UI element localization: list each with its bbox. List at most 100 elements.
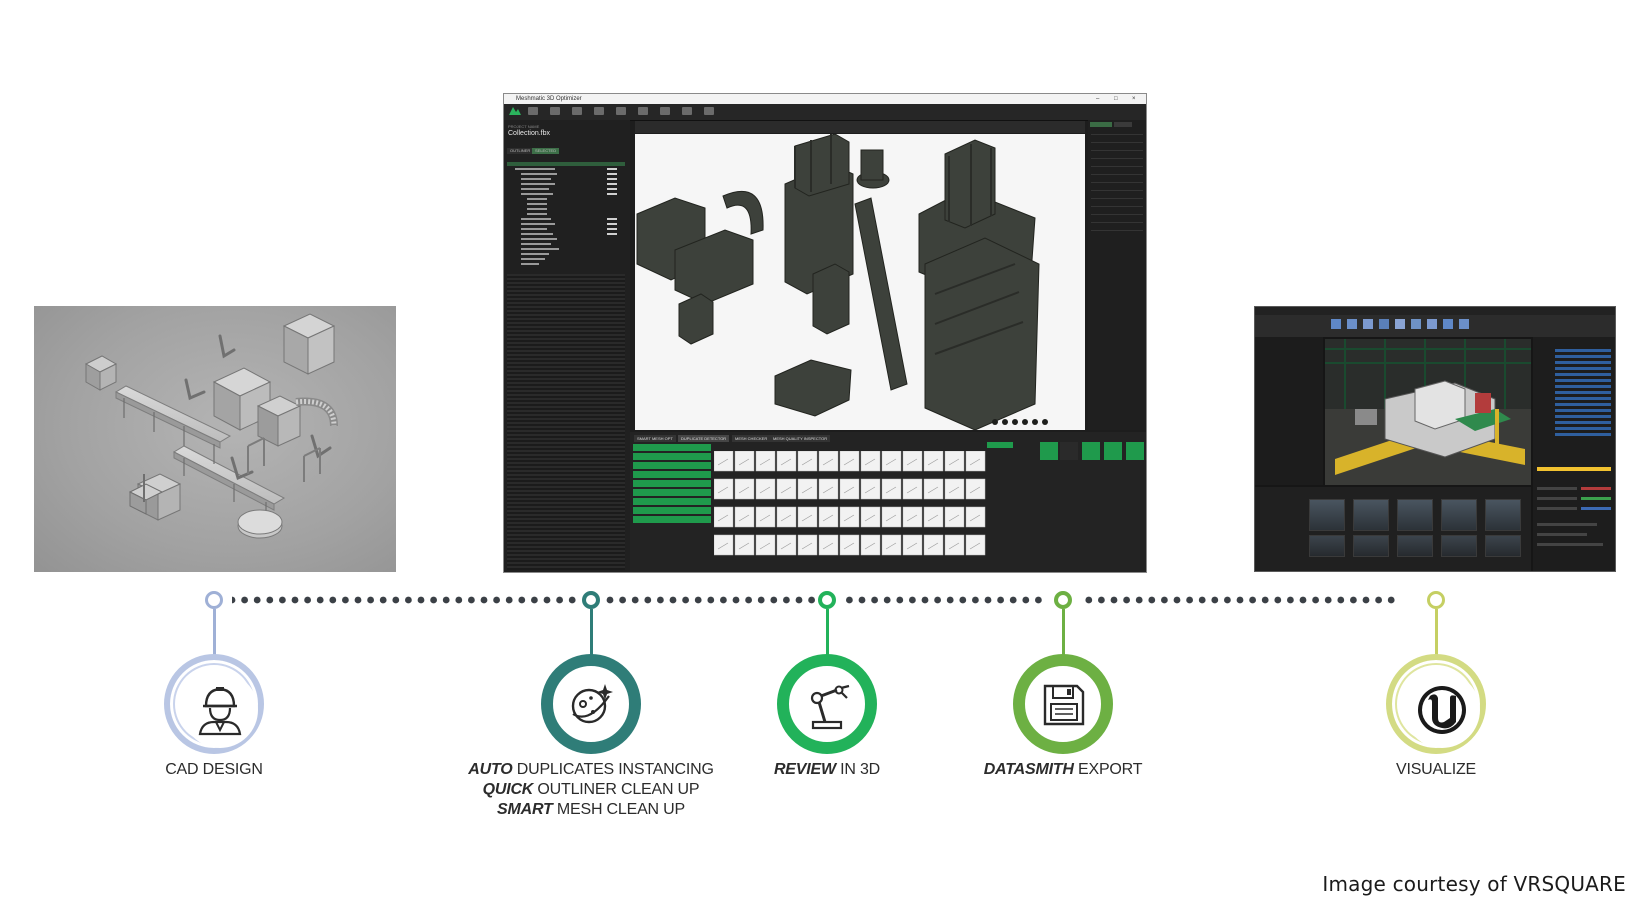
asset-thumbnail[interactable] [1353, 499, 1389, 531]
action-button-1[interactable] [1040, 442, 1058, 460]
asset-thumbnail[interactable] [1309, 535, 1345, 557]
asset-thumbnail[interactable] [1397, 535, 1433, 557]
timeline-stem [590, 609, 593, 656]
timeline-dot [1287, 596, 1294, 604]
asset-thumbnail[interactable] [1485, 499, 1521, 531]
timeline-dot [1186, 596, 1193, 604]
tab-mesh-quality-inspector[interactable]: MESH QUALITY INSPECTOR [770, 435, 831, 442]
property-row [1091, 214, 1143, 215]
ue-source-control-icon[interactable] [1347, 319, 1357, 329]
asset-thumbnail[interactable] [1441, 499, 1477, 531]
tab-information[interactable] [1090, 122, 1112, 127]
instance-button[interactable] [987, 442, 1013, 448]
export-stl-icon[interactable] [704, 107, 714, 115]
export-obj-icon[interactable] [660, 107, 670, 115]
open-project-icon[interactable] [550, 107, 560, 115]
step-label-review-3d: REVIEW IN 3D [727, 760, 927, 780]
step-text: CAD DESIGN [165, 761, 263, 778]
tab-duplicate-detector[interactable]: DUPLICATE DETECTOR [678, 435, 730, 442]
duplicate-group-row[interactable] [633, 498, 711, 505]
timeline-dot [1148, 596, 1156, 604]
timeline-dot [606, 596, 614, 604]
timeline-dot [909, 596, 916, 604]
timeline-dot [455, 596, 463, 604]
project-label: PROJECT NAME [508, 124, 540, 129]
ue-content-icon[interactable] [1363, 319, 1373, 329]
timeline-dot [266, 596, 274, 604]
timeline-dot [442, 596, 450, 604]
ue-play-icon[interactable] [1459, 319, 1469, 329]
timeline-dot [1375, 596, 1382, 604]
timeline-dot [871, 596, 878, 604]
timeline-stem [1062, 609, 1065, 656]
timeline-dot [556, 596, 563, 604]
timeline-dot [1085, 596, 1093, 604]
duplicate-group-row[interactable] [633, 489, 711, 496]
step-label-visualize: VISUALIZE [1336, 760, 1536, 780]
timeline-dot [1035, 596, 1042, 604]
close-project-icon[interactable] [572, 107, 582, 115]
ue-save-icon[interactable] [1331, 319, 1341, 329]
duplicate-thumbnail-grid[interactable] [714, 451, 988, 571]
asset-thumbnail[interactable] [1309, 499, 1345, 531]
property-row [1091, 142, 1143, 143]
timeline-node-cad-design [205, 591, 223, 609]
cad-design-badge [164, 654, 264, 754]
ue-blueprints-icon[interactable] [1411, 319, 1421, 329]
duplicate-group-row[interactable] [633, 444, 711, 451]
minimize-icon[interactable]: – [1096, 94, 1099, 104]
export-gltf-icon[interactable] [682, 107, 692, 115]
ue-viewport[interactable] [1325, 339, 1531, 485]
tab-statistics[interactable] [1114, 122, 1132, 127]
tab-selected[interactable]: SELECTED [532, 148, 560, 154]
ue-cinematics-icon[interactable] [1427, 319, 1437, 329]
timeline-stem [826, 609, 829, 656]
timeline-dot [883, 596, 891, 604]
timeline-dot [669, 596, 677, 604]
new-project-icon[interactable] [528, 107, 538, 115]
ue-warehouse-scene [1325, 339, 1531, 485]
asset-thumbnail[interactable] [1485, 535, 1521, 557]
duplicate-group-row[interactable] [633, 516, 711, 523]
outliner-tree[interactable] [507, 162, 625, 274]
engineer-icon [198, 687, 242, 736]
asset-thumbnail[interactable] [1441, 535, 1477, 557]
ue-marketplace-icon[interactable] [1379, 319, 1389, 329]
action-button-5[interactable] [1126, 442, 1144, 460]
timeline-dot [1198, 596, 1206, 604]
property-row [1091, 198, 1143, 199]
viewport-toolbar [635, 121, 1085, 133]
duplicate-group-row[interactable] [633, 507, 711, 514]
asset-thumbnail[interactable] [1353, 535, 1389, 557]
property-row [1091, 230, 1143, 231]
timeline-stem [213, 609, 216, 656]
action-button-3[interactable] [1082, 442, 1100, 460]
import-file-icon[interactable] [594, 107, 604, 115]
ue-settings-icon[interactable] [1395, 319, 1405, 329]
timeline-dot [468, 596, 475, 604]
tab-mesh-checker[interactable]: MESH CHECKER [732, 435, 771, 442]
timeline-dot [379, 596, 387, 604]
action-button-2[interactable] [1060, 442, 1078, 460]
asset-thumbnail[interactable] [1397, 499, 1433, 531]
duplicate-group-row[interactable] [633, 480, 711, 487]
maximize-icon[interactable]: □ [1114, 94, 1118, 104]
duplicate-group-row[interactable] [633, 453, 711, 460]
export-fbx-icon[interactable] [638, 107, 648, 115]
duplicate-group-row[interactable] [633, 471, 711, 478]
robot-arm-icon [810, 684, 850, 730]
ue-outliner-list[interactable] [1533, 337, 1615, 571]
tab-smart-mesh-opt[interactable]: SMART MESH OPT [634, 435, 676, 442]
timeline-dot [896, 596, 904, 604]
3d-viewport[interactable] [635, 134, 1085, 430]
timeline-dot [631, 596, 639, 604]
duplicate-group-row[interactable] [633, 462, 711, 469]
ue-build-icon[interactable] [1443, 319, 1453, 329]
timeline-dot [1123, 596, 1130, 604]
timeline-dot [1324, 596, 1332, 604]
tab-outliner[interactable]: OUTLINER [507, 148, 534, 154]
ue-modes-panel [1255, 337, 1323, 485]
action-button-4[interactable] [1104, 442, 1122, 460]
close-icon[interactable]: × [1132, 94, 1136, 104]
export-icon[interactable] [616, 107, 626, 115]
